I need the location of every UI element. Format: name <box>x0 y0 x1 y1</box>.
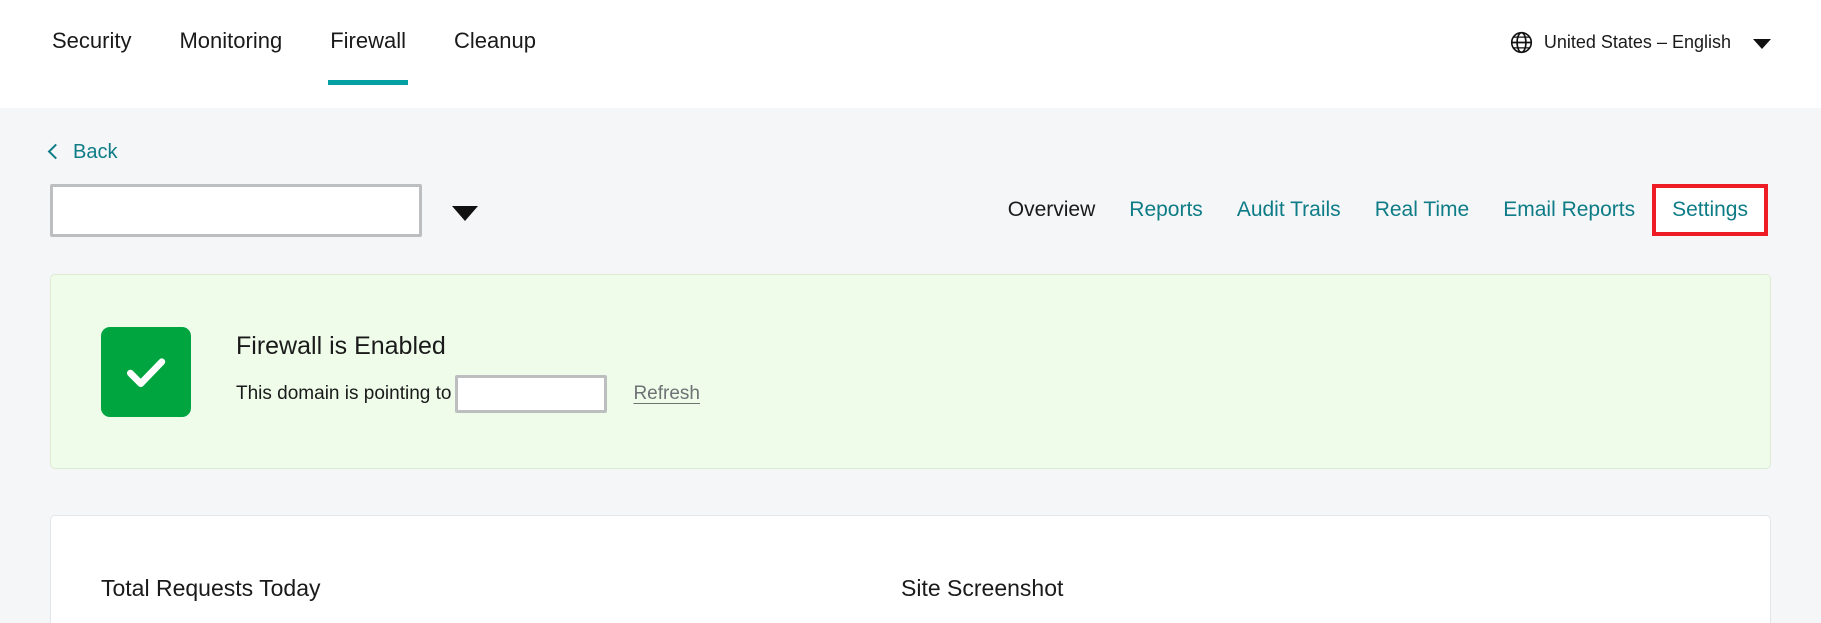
main-nav-label: Monitoring <box>179 28 283 53</box>
pointing-to-field[interactable] <box>455 375 608 413</box>
status-text-block: Firewall is Enabled This domain is point… <box>236 330 700 413</box>
locale-picker[interactable]: United States – English <box>1510 0 1771 54</box>
stats-column-total-requests: Total Requests Today <box>101 574 901 623</box>
sub-nav-item-real-time[interactable]: Real Time <box>1358 188 1487 232</box>
stats-column-site-screenshot: Site Screenshot <box>901 574 1720 623</box>
sub-nav-item-reports[interactable]: Reports <box>1112 188 1220 232</box>
status-badge <box>101 326 191 417</box>
sub-nav-item-overview[interactable]: Overview <box>991 188 1113 232</box>
chevron-down-icon <box>1753 38 1771 49</box>
sub-nav-label: Reports <box>1129 198 1203 221</box>
main-nav-label: Firewall <box>330 28 406 53</box>
back-label: Back <box>73 141 118 163</box>
globe-icon <box>1510 31 1532 54</box>
refresh-link[interactable]: Refresh <box>633 382 700 406</box>
total-requests-heading: Total Requests Today <box>101 575 321 601</box>
chevron-left-icon <box>47 143 64 160</box>
sub-nav-label: Overview <box>1007 198 1096 221</box>
main-nav-item-firewall[interactable]: Firewall <box>328 26 408 102</box>
sub-nav-item-audit-trails[interactable]: Audit Trails <box>1220 188 1358 232</box>
page-body: Back Overview Reports Audit Trails Real … <box>0 108 1821 623</box>
main-nav-label: Security <box>52 28 132 53</box>
sub-nav-item-settings[interactable]: Settings <box>1652 184 1768 236</box>
status-title: Firewall is Enabled <box>236 332 446 360</box>
status-subtitle-label: This domain is pointing to <box>236 383 452 404</box>
sub-nav-label: Settings <box>1672 198 1748 221</box>
sub-nav-label: Email Reports <box>1503 198 1636 221</box>
sub-nav-item-email-reports[interactable]: Email Reports <box>1486 188 1652 232</box>
top-header: Security Monitoring Firewall Cleanup Uni… <box>0 0 1821 108</box>
stats-panel: Total Requests Today Site Screenshot <box>50 515 1771 623</box>
locale-label: United States – English <box>1543 32 1731 52</box>
main-nav-item-monitoring[interactable]: Monitoring <box>177 26 284 102</box>
main-navigation: Security Monitoring Firewall Cleanup <box>50 0 538 108</box>
main-nav-label: Cleanup <box>454 28 536 53</box>
site-screenshot-heading: Site Screenshot <box>901 575 1064 601</box>
main-nav-item-security[interactable]: Security <box>50 26 133 102</box>
sub-navigation: Overview Reports Audit Trails Real Time … <box>991 184 1771 236</box>
sub-nav-label: Audit Trails <box>1236 198 1341 221</box>
check-icon <box>127 357 166 387</box>
main-nav-item-cleanup[interactable]: Cleanup <box>452 26 538 102</box>
domain-select-wrapper <box>50 183 478 237</box>
firewall-status-banner: Firewall is Enabled This domain is point… <box>50 274 1771 469</box>
sub-nav-label: Real Time <box>1374 198 1470 221</box>
toolbar-row: Overview Reports Audit Trails Real Time … <box>50 182 1771 238</box>
caret-down-icon[interactable] <box>452 205 478 221</box>
domain-select-input[interactable] <box>50 183 422 237</box>
back-link[interactable]: Back <box>47 140 118 164</box>
status-subtitle-row: This domain is pointing to Refresh <box>236 375 700 413</box>
